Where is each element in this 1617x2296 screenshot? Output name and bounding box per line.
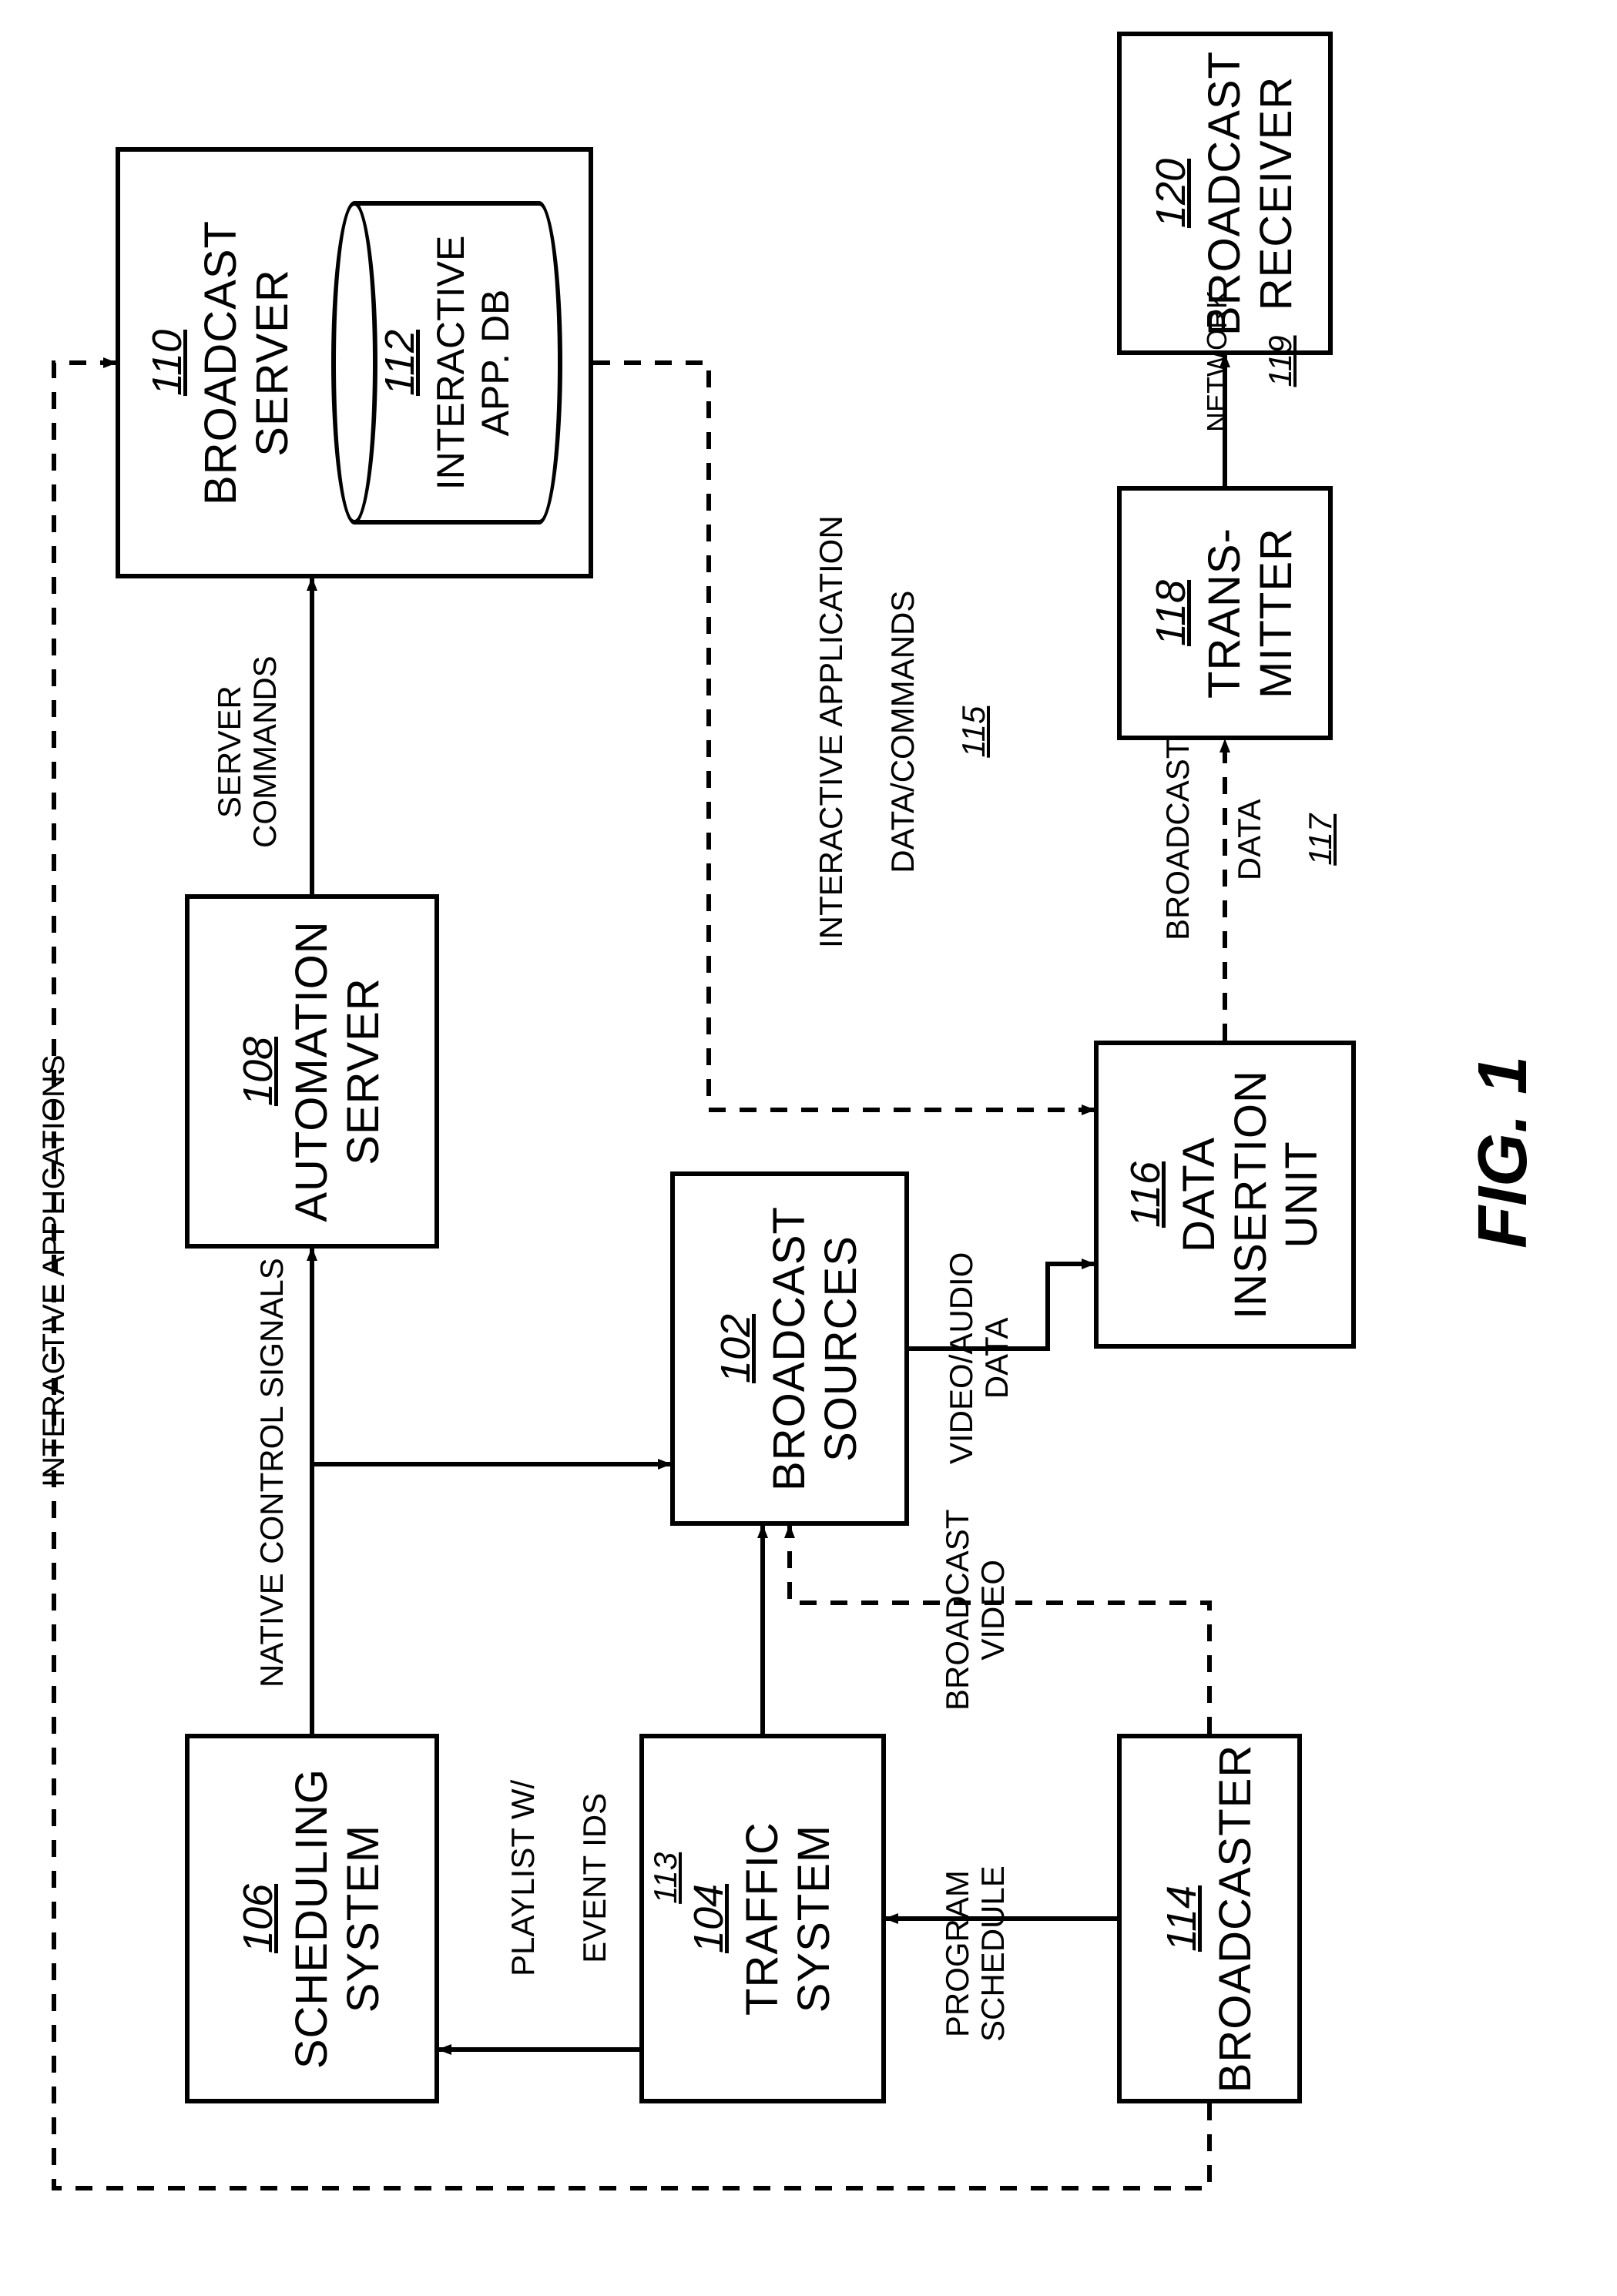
edge-interactive-app-data <box>593 363 1094 1110</box>
edge-broadcast-video <box>790 1526 1209 1734</box>
edge-video-audio-data <box>909 1264 1094 1349</box>
edge-interactive-applications <box>54 363 1209 2188</box>
diagram-stage: 106 SCHEDULING SYSTEM 104 TRAFFIC SYSTEM… <box>0 0 1617 2296</box>
db-interactive-app: 112 INTERACTIVE APP. DB <box>331 201 562 525</box>
label-db-1: INTERACTIVE <box>428 236 473 491</box>
db-body: 112 INTERACTIVE APP. DB <box>354 201 539 525</box>
label-db-2: APP. DB <box>473 290 518 437</box>
connections-svg <box>0 0 1617 2296</box>
ref-112: 112 <box>376 330 424 396</box>
db-top-ellipse <box>331 201 377 525</box>
page-canvas: 106 SCHEDULING SYSTEM 104 TRAFFIC SYSTEM… <box>0 679 1617 2296</box>
